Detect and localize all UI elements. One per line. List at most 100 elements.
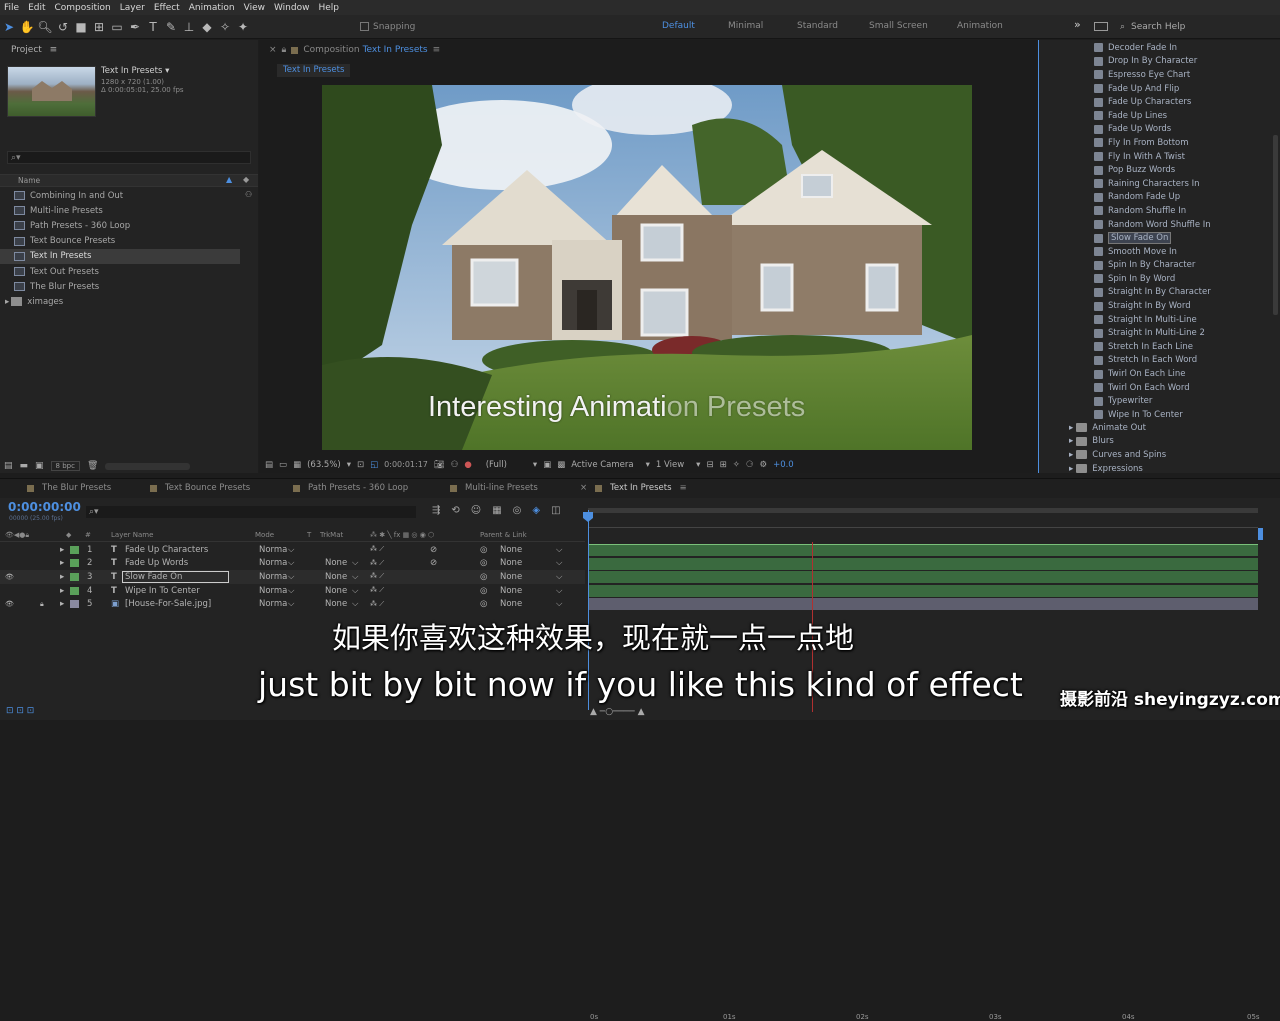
visibility-eye-icon[interactable]: 👁︎ bbox=[5, 600, 14, 608]
effect-preset-item[interactable]: Fade Up And Flip bbox=[1094, 82, 1272, 96]
effects-scrollbar[interactable] bbox=[1273, 135, 1278, 315]
effect-preset-item[interactable]: Spin In By Word bbox=[1094, 272, 1272, 286]
chevron-down-icon[interactable]: ▾ bbox=[347, 460, 351, 470]
zoom-tool-icon[interactable]: 🔍︎ bbox=[36, 18, 54, 36]
workspace-small-screen[interactable]: Small Screen bbox=[869, 21, 928, 31]
mode-select[interactable]: Norma bbox=[259, 558, 287, 568]
effect-preset-item[interactable]: Slow Fade On bbox=[1094, 231, 1272, 245]
trkmat-select[interactable]: None bbox=[325, 586, 347, 596]
snapping-toggle[interactable]: Snapping bbox=[360, 22, 415, 32]
layer-name[interactable]: Wipe In To Center bbox=[125, 586, 200, 596]
effect-preset-item[interactable]: Espresso Eye Chart bbox=[1094, 68, 1272, 82]
parent-select[interactable]: None bbox=[500, 599, 522, 609]
chevron-down-icon[interactable]: ⌵ bbox=[288, 599, 294, 609]
workspace-minimal[interactable]: Minimal bbox=[728, 21, 763, 31]
effect-preset-item[interactable]: Stretch In Each Line bbox=[1094, 340, 1272, 354]
layer-switches[interactable]: ⁂ ⟋ bbox=[370, 559, 384, 568]
sort-ascending-icon[interactable]: ▲ bbox=[226, 175, 232, 184]
fit-icon[interactable]: ⊡ bbox=[357, 460, 364, 470]
pen-tool-icon[interactable]: ✒ bbox=[126, 18, 144, 36]
chevron-right-icon[interactable]: ▸ bbox=[1069, 450, 1073, 460]
project-search-input[interactable]: ⌕▾ bbox=[7, 151, 251, 164]
chevron-down-icon[interactable]: ⌵ bbox=[556, 586, 562, 596]
close-icon[interactable]: × bbox=[580, 483, 587, 493]
hand-tool-icon[interactable]: ✋ bbox=[18, 18, 36, 36]
parent-select[interactable]: None bbox=[500, 545, 522, 555]
exposure-value[interactable]: +0.0 bbox=[773, 460, 794, 470]
grid-icon[interactable]: ▦ bbox=[293, 460, 301, 470]
camera-select[interactable]: Active Camera bbox=[571, 460, 633, 470]
effect-preset-item[interactable]: Straight In By Character bbox=[1094, 286, 1272, 300]
parent-select[interactable]: None bbox=[500, 558, 522, 568]
layer-name[interactable]: [House-For-Sale.jpg] bbox=[125, 599, 211, 609]
project-item[interactable]: The Blur Presets bbox=[0, 279, 240, 294]
work-area-bar[interactable] bbox=[588, 508, 1258, 513]
label-color-swatch[interactable] bbox=[70, 572, 79, 581]
new-folder-icon[interactable]: ▬ bbox=[20, 461, 29, 471]
lock-icon[interactable]: 🔒︎ bbox=[282, 45, 287, 55]
mode-select[interactable]: Norma bbox=[259, 545, 287, 555]
effect-preset-item[interactable]: Fade Up Characters bbox=[1094, 95, 1272, 109]
motion-blur-icon[interactable]: ◎ bbox=[513, 505, 522, 516]
project-item[interactable]: Combining In and Out bbox=[0, 188, 240, 203]
expand-arrow-icon[interactable]: ▸ bbox=[60, 558, 64, 568]
menu-edit[interactable]: Edit bbox=[28, 3, 45, 13]
type-tool-icon[interactable]: T bbox=[144, 18, 162, 36]
workspace-standard[interactable]: Standard bbox=[797, 21, 838, 31]
effect-preset-item[interactable]: Straight In Multi-Line bbox=[1094, 313, 1272, 327]
visibility-eye-icon[interactable]: 👁︎ bbox=[5, 573, 14, 581]
effect-preset-item[interactable]: Typewriter bbox=[1094, 394, 1272, 408]
search-help-field[interactable]: ⌕ Search Help bbox=[1094, 19, 1274, 34]
menu-composition[interactable]: Composition bbox=[55, 3, 111, 13]
selection-tool-icon[interactable]: ➤ bbox=[0, 18, 18, 36]
chevron-down-icon[interactable]: ⌵ bbox=[288, 545, 294, 555]
chevron-down-icon[interactable]: ⌵ bbox=[352, 586, 358, 596]
project-item[interactable]: Text In Presets bbox=[0, 248, 240, 264]
parent-select[interactable]: None bbox=[500, 586, 522, 596]
time-navigator-end[interactable] bbox=[1258, 528, 1263, 540]
chevron-down-icon[interactable]: ⌵ bbox=[556, 572, 562, 582]
label-color-swatch[interactable] bbox=[70, 559, 79, 568]
chevron-down-icon[interactable]: ⌵ bbox=[352, 572, 358, 582]
menu-file[interactable]: File bbox=[4, 3, 19, 13]
layer-row[interactable]: 👁︎ ▸ 3 T Slow Fade On Norma ⌵ None ⌵ ⁂ ⟋ ◎ None ⌵ bbox=[0, 570, 585, 584]
chevron-down-icon[interactable]: ⌵ bbox=[352, 599, 358, 609]
expand-arrow-icon[interactable]: ▸ bbox=[60, 545, 64, 555]
effect-preset-item[interactable]: Wipe In To Center bbox=[1094, 408, 1272, 422]
chevron-right-icon[interactable]: ▸ bbox=[5, 297, 9, 307]
effect-preset-item[interactable]: Pop Buzz Words bbox=[1094, 163, 1272, 177]
chevron-down-icon[interactable]: ⌵ bbox=[556, 599, 562, 609]
timeline-tab[interactable]: × Text In Presets ≡ bbox=[580, 481, 687, 495]
expand-arrow-icon[interactable]: ▸ bbox=[60, 572, 64, 582]
timeline-timecode[interactable]: 0:00:00:00 bbox=[8, 500, 81, 514]
graph-icon[interactable]: ◫ bbox=[551, 505, 560, 516]
label-color-swatch[interactable] bbox=[70, 600, 79, 609]
effect-preset-item[interactable]: Random Word Shuffle In bbox=[1094, 218, 1272, 232]
monitor-icon[interactable]: ▭ bbox=[279, 460, 287, 470]
expand-arrow-icon[interactable]: ▸ bbox=[60, 586, 64, 596]
effect-folder-item[interactable]: ▸ Blurs bbox=[1069, 435, 1259, 449]
comp-mini-flowchart-icon[interactable]: ⇶ bbox=[432, 505, 440, 516]
shy-layers-icon[interactable]: ☺ bbox=[471, 505, 481, 516]
pick-whip-icon[interactable]: ◎ bbox=[480, 572, 487, 582]
layer-duration-bar[interactable] bbox=[588, 544, 1258, 556]
always-preview-icon[interactable]: ▤ bbox=[265, 460, 273, 470]
toggle-pixel-icon[interactable]: ⊟ bbox=[706, 460, 713, 470]
project-item[interactable]: Path Presets - 360 Loop bbox=[0, 218, 240, 233]
label-color-swatch[interactable] bbox=[70, 586, 79, 595]
new-comp-icon[interactable]: ▣ bbox=[35, 461, 44, 471]
hierarchy-icon[interactable]: ⚇ bbox=[245, 190, 252, 199]
snapshot-icon[interactable]: 📷︎ bbox=[434, 460, 445, 470]
layer-switches[interactable]: ⁂ ⟋ bbox=[370, 572, 384, 581]
panel-menu-icon[interactable]: ≡ bbox=[50, 45, 58, 55]
motion-blur-switch-icon[interactable]: ⊘ bbox=[430, 558, 437, 568]
trash-icon[interactable]: 🗑︎ bbox=[87, 461, 98, 471]
comp-image[interactable]: Interesting Animation Presets bbox=[322, 85, 972, 450]
pick-whip-icon[interactable]: ◎ bbox=[480, 545, 487, 555]
layer-name[interactable]: Slow Fade On bbox=[122, 570, 230, 583]
layer-row[interactable]: 👁︎ 🔒︎ ▸ 5 ▣ [House-For-Sale.jpg] Norma ⌵ None ⌵ ⁂ … bbox=[0, 597, 585, 611]
timeline-tab[interactable]: The Blur Presets bbox=[27, 481, 111, 495]
label-color-swatch[interactable] bbox=[70, 545, 79, 554]
interpret-footage-icon[interactable]: ▤ bbox=[4, 461, 13, 471]
panel-menu-icon[interactable]: ≡ bbox=[433, 45, 441, 55]
